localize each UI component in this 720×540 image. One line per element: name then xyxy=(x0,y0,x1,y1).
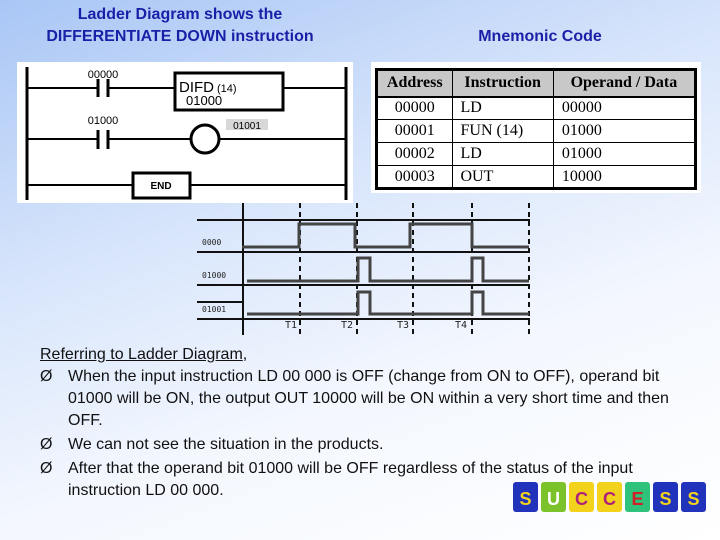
signal-label: 0000 xyxy=(202,238,221,247)
success-blocks-image: SUCCESS xyxy=(513,482,706,512)
letter-block: U xyxy=(541,482,566,512)
bullet-arrow-icon: Ø xyxy=(40,368,53,385)
waveform-01001 xyxy=(247,290,529,316)
intro-line: Referring to Ladder Diagram, xyxy=(40,344,680,366)
letter-block: C xyxy=(597,482,622,512)
intro-text: Referring to Ladder Diagram xyxy=(40,346,243,363)
time-label: T3 xyxy=(397,320,409,331)
letter-block: S xyxy=(681,482,706,512)
waveform-0000 xyxy=(242,222,529,249)
intro-tail: , xyxy=(242,346,248,363)
bullet-arrow-icon: Ø xyxy=(40,460,53,477)
bullet-text: We can not see the situation in the prod… xyxy=(68,436,384,453)
time-label: T1 xyxy=(285,320,297,331)
letter-block: C xyxy=(569,482,594,512)
svg-text:U: U xyxy=(547,489,560,509)
time-label: T4 xyxy=(455,320,467,331)
signal-label: 01001 xyxy=(202,305,226,314)
svg-text:S: S xyxy=(519,489,531,509)
letter-block: E xyxy=(625,482,650,512)
bullet-item: Ø When the input instruction LD 00 000 is… xyxy=(40,366,680,432)
svg-text:C: C xyxy=(575,489,588,509)
svg-text:C: C xyxy=(603,489,616,509)
svg-text:E: E xyxy=(631,489,643,509)
timing-chart: 0000 01000 01001 T1 T2 T3 T4 xyxy=(197,203,530,335)
svg-text:S: S xyxy=(659,489,671,509)
time-label: T2 xyxy=(341,320,353,331)
letter-block: S xyxy=(653,482,678,512)
waveform-01000 xyxy=(247,256,529,283)
letter-block: S xyxy=(513,482,538,512)
bullet-item: Ø We can not see the situation in the pro… xyxy=(40,434,680,456)
bullet-text: When the input instruction LD 00 000 is … xyxy=(68,368,669,429)
svg-text:S: S xyxy=(687,489,699,509)
bullet-arrow-icon: Ø xyxy=(40,436,53,453)
signal-label: 01000 xyxy=(202,271,226,280)
